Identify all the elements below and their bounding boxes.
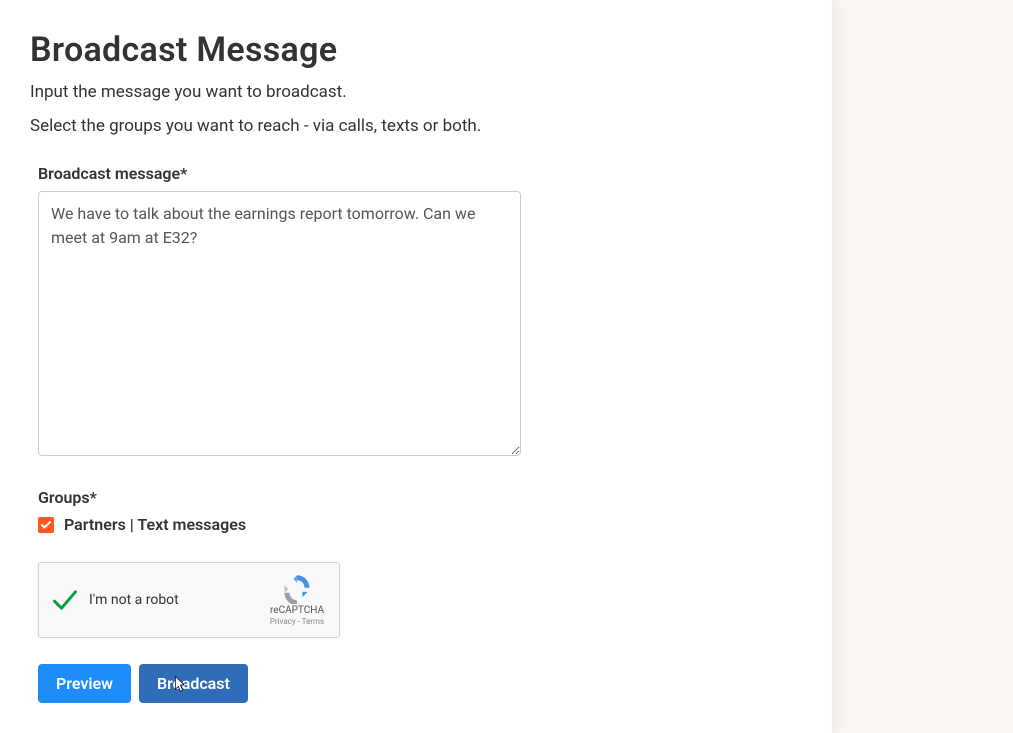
recaptcha-logo-icon <box>282 574 312 604</box>
message-label: Broadcast message* <box>30 164 802 183</box>
group-row[interactable]: Partners | Text messages <box>38 515 802 534</box>
recaptcha-links[interactable]: Privacy - Terms <box>270 617 324 626</box>
recaptcha-widget[interactable]: I'm not a robot reCAPTCHA Privacy - Term… <box>38 562 340 638</box>
groups-label: Groups* <box>38 488 802 507</box>
message-textarea[interactable] <box>38 191 521 456</box>
broadcast-button[interactable]: Broadcast <box>139 664 248 703</box>
broadcast-card: Broadcast Message Input the message you … <box>0 0 832 733</box>
group-label: Partners | Text messages <box>64 515 246 534</box>
checkmark-icon <box>51 586 79 614</box>
recaptcha-text: I'm not a robot <box>89 592 267 608</box>
message-section: Broadcast message* <box>30 164 802 460</box>
button-row: Preview Broadcast <box>30 664 802 703</box>
preview-button[interactable]: Preview <box>38 664 131 703</box>
intro-line-1: Input the message you want to broadcast. <box>30 82 802 102</box>
checkbox-checked-icon[interactable] <box>38 517 54 533</box>
groups-section: Groups* Partners | Text messages <box>30 488 802 534</box>
intro-line-2: Select the groups you want to reach - vi… <box>30 116 802 136</box>
recaptcha-brand: reCAPTCHA <box>270 605 324 616</box>
page-title: Broadcast Message <box>30 30 802 70</box>
recaptcha-branding: reCAPTCHA Privacy - Terms <box>267 574 327 626</box>
